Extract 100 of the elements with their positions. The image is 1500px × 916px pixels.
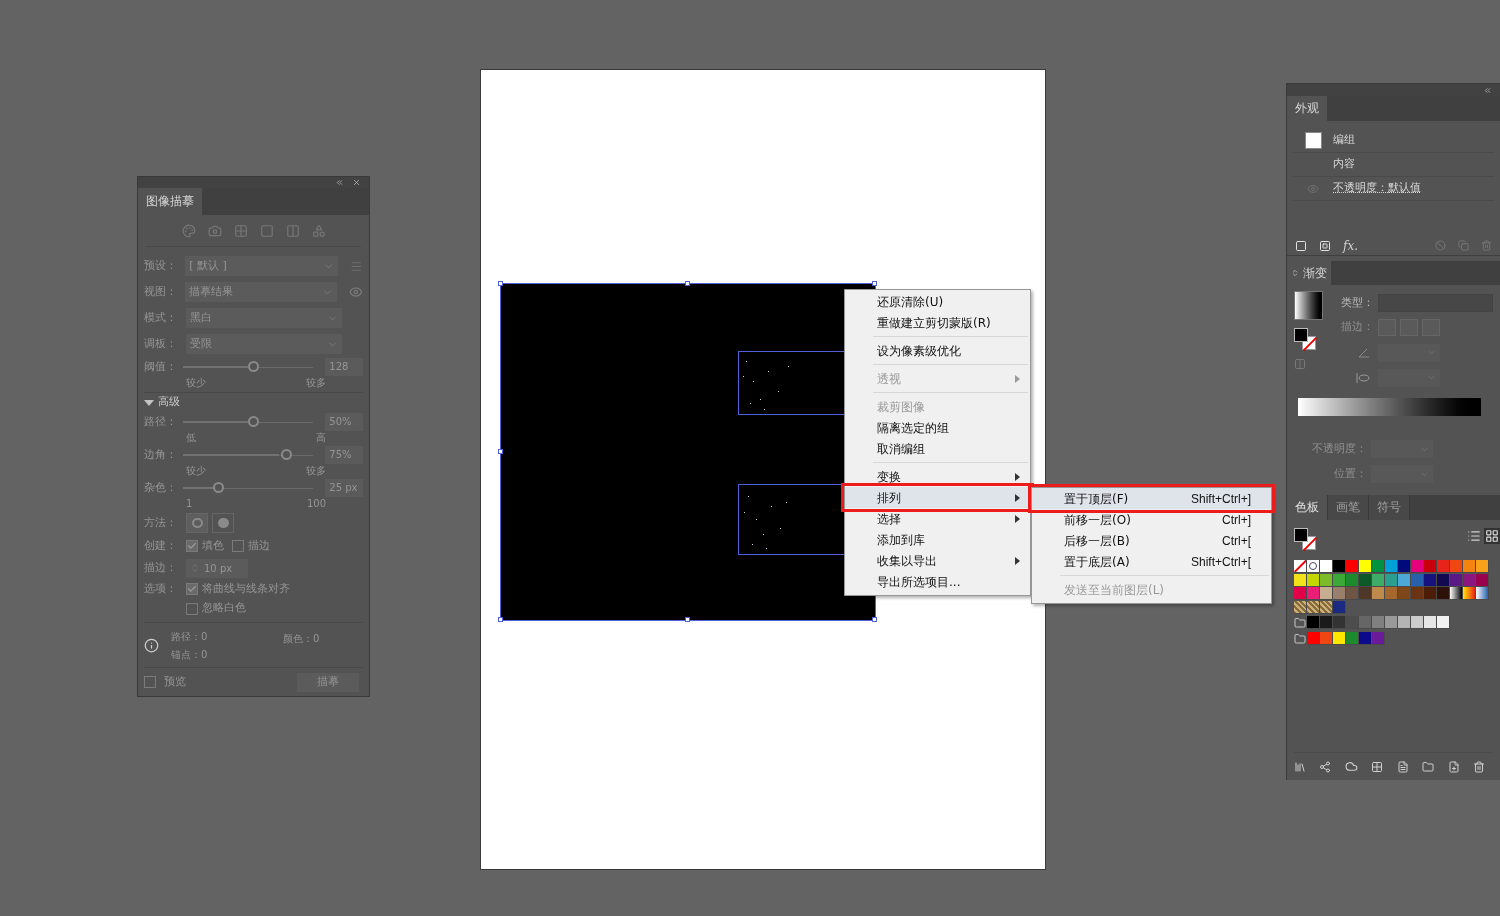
- color-swatch[interactable]: [1463, 560, 1476, 574]
- add-fill-icon[interactable]: [1319, 239, 1331, 252]
- slider-track[interactable]: [183, 482, 314, 494]
- color-swatch[interactable]: [1437, 573, 1450, 587]
- none-swatch[interactable]: [1294, 560, 1307, 574]
- color-swatch[interactable]: [1398, 587, 1411, 601]
- overlapping-method-icon[interactable]: [212, 513, 234, 533]
- menu-item[interactable]: 导出所选项目...: [845, 571, 1030, 592]
- color-swatch[interactable]: [1398, 573, 1411, 587]
- add-stroke-icon[interactable]: [1295, 239, 1307, 252]
- color-swatch[interactable]: [1320, 573, 1333, 587]
- color-swatch[interactable]: [1437, 587, 1450, 601]
- gradient-swatch[interactable]: [1294, 291, 1323, 320]
- color-swatch[interactable]: [1333, 616, 1346, 629]
- cloud-icon[interactable]: [1344, 760, 1358, 773]
- color-swatch[interactable]: [1450, 560, 1463, 574]
- color-swatch[interactable]: [1346, 573, 1359, 587]
- fill-stroke-icon[interactable]: [1294, 328, 1316, 350]
- color-swatch[interactable]: [1476, 573, 1489, 587]
- color-swatch[interactable]: [1398, 616, 1411, 629]
- appearance-row-label[interactable]: 编组: [1333, 132, 1355, 149]
- color-swatch[interactable]: [1411, 573, 1424, 587]
- color-swatch[interactable]: [1307, 573, 1320, 587]
- gradient-swatch[interactable]: [1463, 587, 1476, 601]
- color-swatch[interactable]: [1372, 560, 1385, 574]
- folder-icon[interactable]: [1294, 632, 1306, 645]
- color-swatch[interactable]: [1333, 587, 1346, 601]
- color-swatch[interactable]: [1424, 616, 1437, 629]
- appearance-row-label[interactable]: 不透明度：默认值: [1333, 180, 1421, 197]
- color-swatch[interactable]: [1437, 616, 1450, 629]
- menu-item[interactable]: 后移一层(B) Ctrl+[: [1032, 530, 1271, 551]
- color-swatch[interactable]: [1320, 632, 1333, 645]
- collapse-icon[interactable]: [335, 178, 344, 187]
- pattern-swatch[interactable]: [1320, 600, 1333, 614]
- eye-icon[interactable]: [1307, 182, 1319, 195]
- color-swatch[interactable]: [1424, 560, 1437, 574]
- close-icon[interactable]: [352, 178, 361, 187]
- menu-icon[interactable]: [350, 259, 363, 273]
- panel-tab[interactable]: 渐变: [1287, 261, 1331, 285]
- half-square-icon[interactable]: [285, 223, 300, 238]
- color-swatch[interactable]: [1359, 632, 1372, 645]
- fill-stroke-icon[interactable]: [1294, 528, 1316, 550]
- color-swatch[interactable]: [1307, 616, 1320, 629]
- list-view-icon[interactable]: [1466, 528, 1482, 544]
- color-swatch[interactable]: [1346, 560, 1359, 574]
- color-swatch[interactable]: [1372, 616, 1385, 629]
- color-swatch[interactable]: [1476, 560, 1489, 574]
- clear-icon[interactable]: [1435, 240, 1446, 251]
- panel-tab[interactable]: 图像描摹: [138, 188, 202, 215]
- color-swatch[interactable]: [1359, 616, 1372, 629]
- color-swatch[interactable]: [1359, 573, 1372, 587]
- color-swatch[interactable]: [1372, 632, 1385, 645]
- collapse-icon[interactable]: [1483, 85, 1492, 95]
- grid-view-icon[interactable]: [1484, 528, 1500, 544]
- color-swatch[interactable]: [1307, 632, 1320, 645]
- color-swatch[interactable]: [1398, 560, 1411, 574]
- duplicate-icon[interactable]: [1458, 240, 1469, 251]
- new-swatch-icon[interactable]: [1447, 760, 1460, 773]
- checkbox[interactable]: [232, 540, 244, 552]
- color-swatch[interactable]: [1424, 587, 1437, 601]
- checkbox[interactable]: [186, 540, 198, 552]
- shapes-icon[interactable]: [311, 223, 326, 238]
- menu-item[interactable]: 添加到库: [845, 529, 1030, 550]
- share-icon[interactable]: [1319, 760, 1332, 773]
- slider-thumb[interactable]: [281, 449, 293, 460]
- color-swatch[interactable]: [1385, 573, 1398, 587]
- color-swatch[interactable]: [1450, 573, 1463, 587]
- selected-artwork[interactable]: [500, 283, 876, 621]
- color-swatch[interactable]: [1307, 587, 1320, 601]
- disclosure-triangle-icon[interactable]: [144, 397, 154, 408]
- registration-swatch[interactable]: [1307, 560, 1320, 574]
- color-swatch[interactable]: [1385, 587, 1398, 601]
- checkbox[interactable]: [144, 676, 156, 688]
- menu-item[interactable]: 变换: [845, 466, 1030, 487]
- menu-item[interactable]: 还原清除(U): [845, 291, 1030, 312]
- color-swatch[interactable]: [1372, 573, 1385, 587]
- color-swatch[interactable]: [1411, 587, 1424, 601]
- color-swatch[interactable]: [1333, 632, 1346, 645]
- color-swatch[interactable]: [1333, 560, 1346, 574]
- color-swatch[interactable]: [1385, 560, 1398, 574]
- color-swatch[interactable]: [1333, 600, 1346, 614]
- menu-item[interactable]: 置于底层(A) Shift+Ctrl+[: [1032, 551, 1271, 572]
- document-icon[interactable]: [1396, 760, 1409, 773]
- pattern-swatch[interactable]: [1307, 600, 1320, 614]
- panel-tab[interactable]: 色板: [1287, 495, 1328, 520]
- color-swatch[interactable]: [1346, 587, 1359, 601]
- checkbox[interactable]: [186, 602, 198, 615]
- abutting-method-icon[interactable]: [186, 513, 208, 533]
- panel-tab[interactable]: 外观: [1287, 96, 1327, 121]
- panel-tab[interactable]: 符号: [1369, 495, 1410, 520]
- color-swatch[interactable]: [1294, 587, 1307, 601]
- expand-icon[interactable]: [1291, 269, 1299, 277]
- square-icon[interactable]: [259, 223, 274, 238]
- menu-item[interactable]: 选择: [845, 508, 1030, 529]
- color-swatch[interactable]: [1463, 573, 1476, 587]
- color-swatch[interactable]: [1320, 587, 1333, 601]
- checkbox[interactable]: [186, 583, 198, 595]
- slider-track[interactable]: [183, 416, 314, 428]
- slider-track[interactable]: [183, 361, 314, 373]
- gradient-swatch[interactable]: [1476, 587, 1489, 601]
